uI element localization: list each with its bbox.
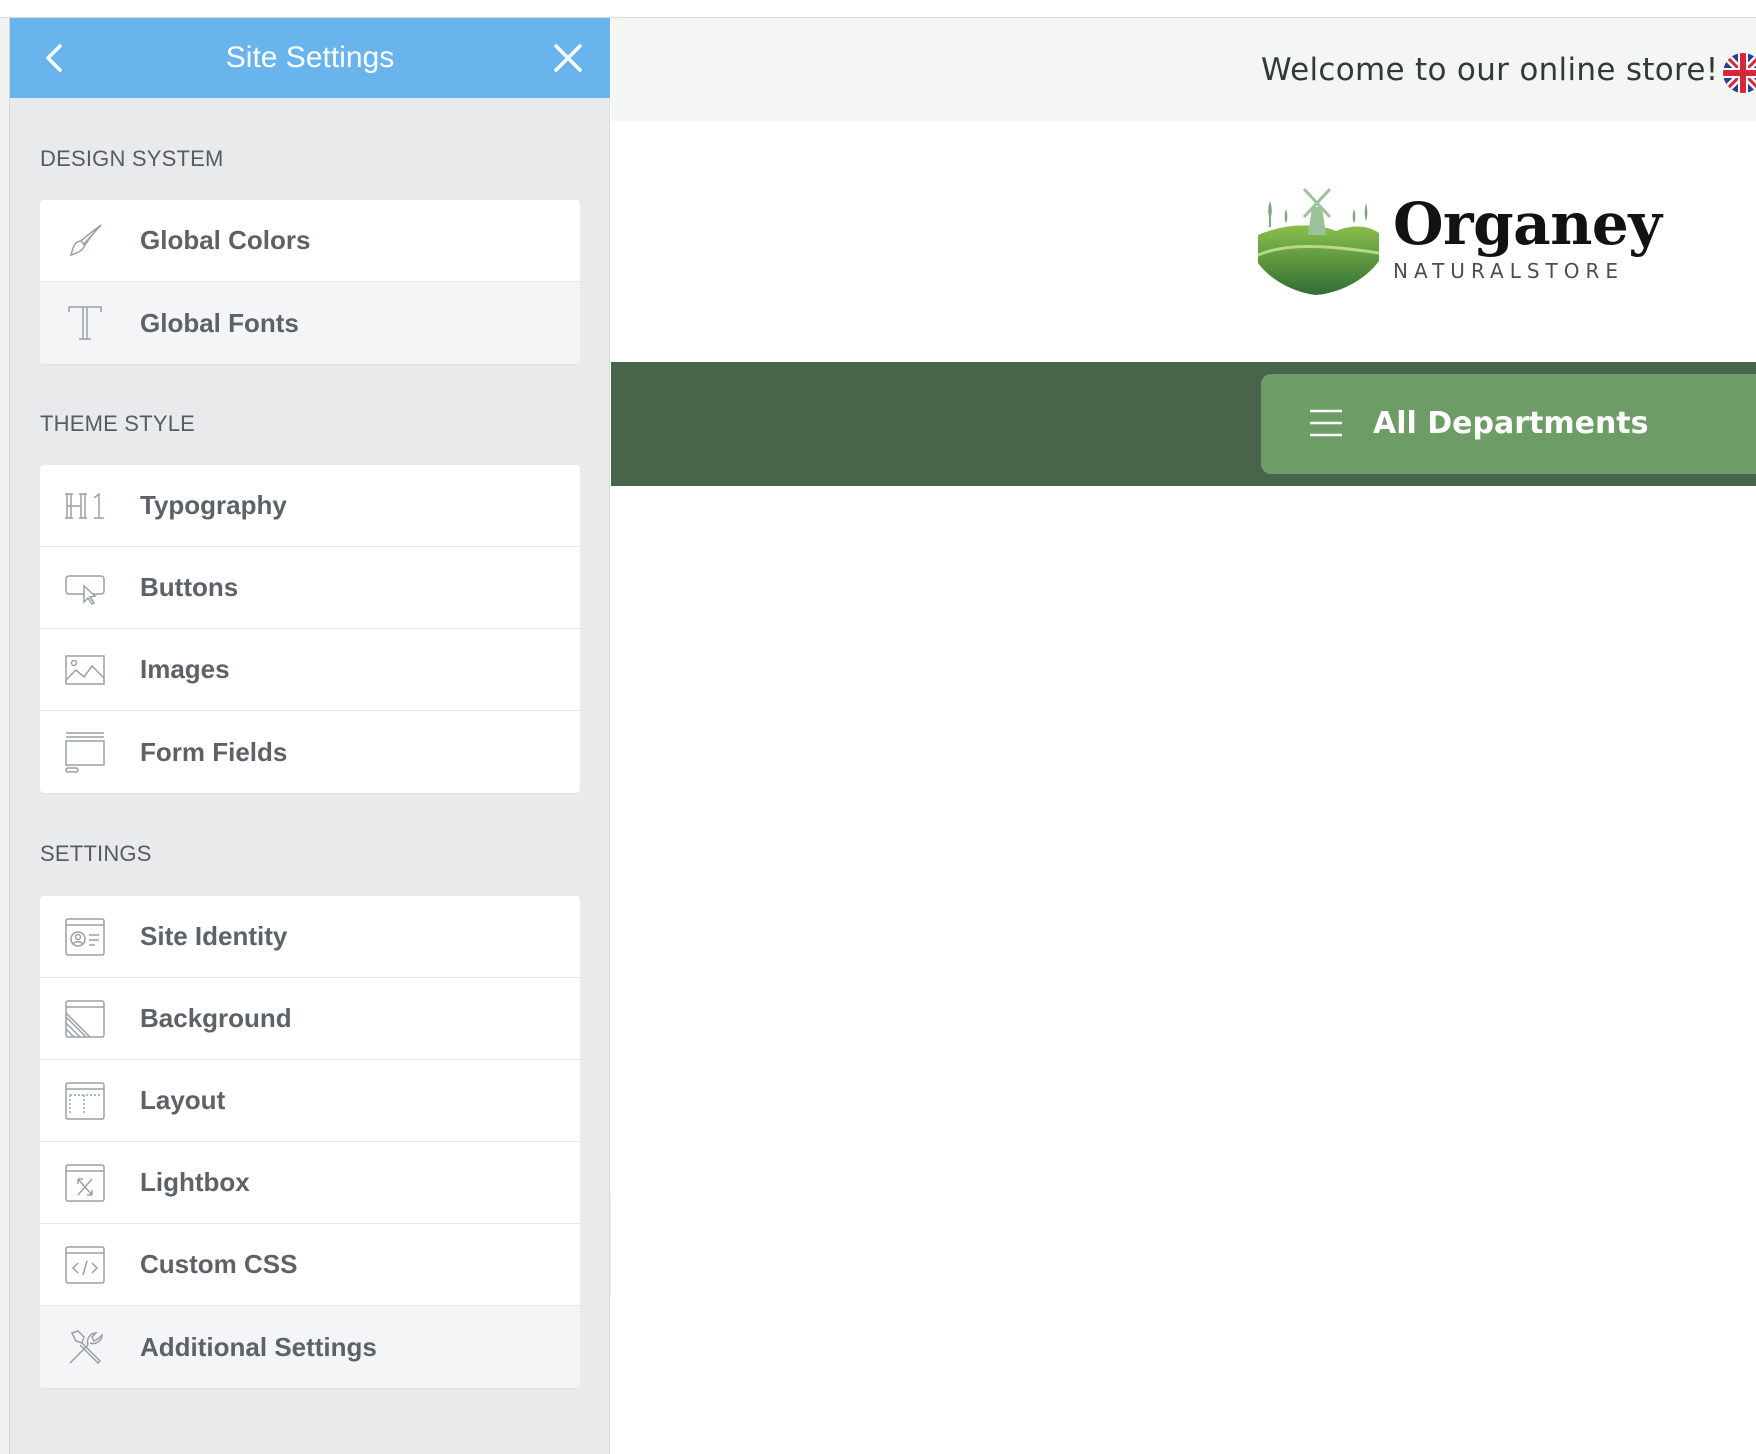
menu-item-global-fonts[interactable]: Global Fonts — [40, 282, 580, 364]
close-icon — [554, 44, 582, 72]
menu-item-label: Additional Settings — [140, 1331, 377, 1362]
menu-item-label: Layout — [140, 1085, 226, 1115]
site-top-bar: Welcome to our online store! — [611, 18, 1756, 121]
uk-flag-icon[interactable] — [1723, 53, 1756, 93]
menu-item-buttons[interactable]: Buttons — [40, 547, 580, 629]
left-edge-strip — [0, 18, 10, 1454]
menu-item-lightbox[interactable]: Lightbox — [40, 1142, 580, 1224]
section-title-theme-style: THEME STYLE — [40, 411, 196, 436]
menu-item-label: Images — [140, 654, 230, 684]
site-preview: Welcome to our online store! Organey NAT… — [611, 18, 1756, 1454]
id-card-icon — [60, 912, 110, 962]
menu-item-label: Form Fields — [140, 736, 288, 767]
all-departments-button[interactable]: All Departments — [1261, 374, 1756, 474]
menu-item-additional-settings[interactable]: Additional Settings — [40, 1306, 580, 1388]
back-button[interactable] — [36, 38, 76, 78]
panel-title: Site Settings — [225, 41, 395, 74]
menu-item-site-identity[interactable]: Site Identity — [40, 896, 580, 978]
menu-item-label: Site Identity — [140, 921, 288, 951]
panel-header: Site Settings — [10, 18, 610, 98]
h1-icon — [60, 481, 110, 531]
browser-top-line — [0, 0, 1756, 18]
menu-item-global-colors[interactable]: Global Colors — [40, 200, 580, 282]
chevron-left-icon — [46, 44, 62, 72]
brand-name: Organey — [1393, 190, 1662, 258]
tools-icon — [60, 1322, 110, 1372]
design-system-card: Global Colors Global Fonts — [40, 200, 580, 364]
menu-item-images[interactable]: Images — [40, 629, 580, 711]
button-cursor-icon — [60, 563, 110, 613]
image-icon — [60, 645, 110, 695]
hamburger-menu-icon — [1310, 409, 1342, 437]
section-title-design-system: DESIGN SYSTEM — [40, 146, 224, 171]
menu-item-background[interactable]: Background — [40, 978, 580, 1060]
brand-tagline: NATURALSTORE — [1393, 259, 1625, 283]
menu-item-custom-css[interactable]: Custom CSS — [40, 1224, 580, 1306]
all-departments-label: All Departments — [1373, 406, 1649, 441]
menu-item-label: Global Colors — [140, 225, 311, 255]
menu-item-form-fields[interactable]: Form Fields — [40, 711, 580, 793]
background-icon — [60, 994, 110, 1044]
menu-item-label: Typography — [140, 490, 287, 520]
welcome-message: Welcome to our online store! — [1261, 52, 1719, 88]
section-title-settings: SETTINGS — [40, 841, 152, 866]
farm-logo-icon — [1257, 187, 1380, 295]
site-settings-panel: Site Settings DESIGN SYSTEM Global Color… — [10, 18, 610, 1454]
lightbox-icon — [60, 1158, 110, 1208]
menu-item-label: Lightbox — [140, 1167, 250, 1197]
theme-style-card: Typography Buttons Images Form Fields — [40, 465, 580, 793]
menu-item-layout[interactable]: Layout — [40, 1060, 580, 1142]
code-icon — [60, 1240, 110, 1290]
text-t-icon — [60, 298, 110, 348]
settings-card: Site Identity Background Layout Lightbox… — [40, 896, 580, 1388]
menu-item-label: Buttons — [140, 572, 239, 602]
brush-icon — [60, 216, 110, 266]
menu-item-label: Background — [140, 1003, 292, 1033]
menu-item-typography[interactable]: Typography — [40, 465, 580, 547]
menu-item-label: Global Fonts — [140, 307, 299, 338]
layout-icon — [60, 1076, 110, 1126]
close-button[interactable] — [548, 38, 588, 78]
form-field-icon — [60, 727, 110, 777]
menu-item-label: Custom CSS — [140, 1249, 298, 1279]
